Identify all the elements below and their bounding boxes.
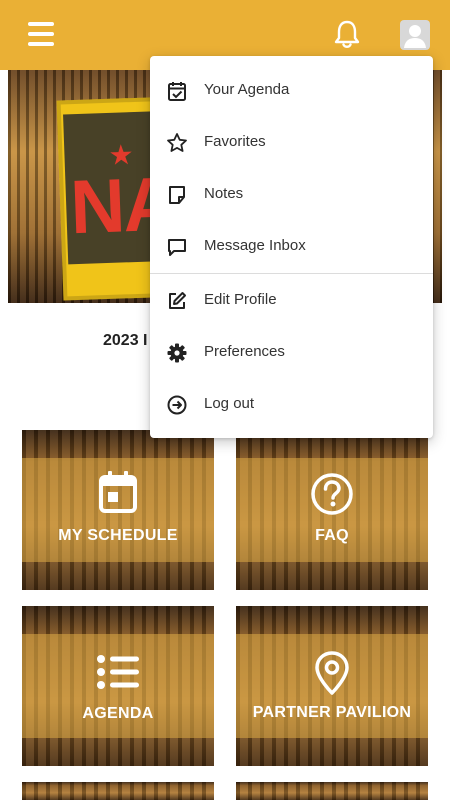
menu-item-edit-profile[interactable]: Edit Profile — [150, 274, 433, 326]
menu-item-label: Log out — [204, 395, 255, 412]
logout-icon — [166, 394, 188, 416]
note-icon — [166, 184, 188, 206]
bell-icon[interactable] — [332, 18, 362, 50]
menu-item-message-inbox[interactable]: Message Inbox — [150, 220, 433, 272]
tile-partner-pavilion[interactable]: PARTNER PAVILION — [236, 606, 428, 766]
gear-icon — [166, 342, 188, 364]
event-title: 2023 I — [103, 332, 148, 349]
menu-item-preferences[interactable]: Preferences — [150, 326, 433, 378]
calendar-icon — [98, 470, 138, 519]
chat-icon — [166, 236, 188, 258]
menu-item-label: Notes — [204, 185, 244, 202]
menu-item-label: Preferences — [204, 343, 285, 360]
tile-label: FAQ — [315, 527, 349, 544]
question-circle-icon — [310, 472, 354, 521]
menu-item-label: Favorites — [204, 133, 266, 150]
tile-my-schedule[interactable]: MY SCHEDULE — [22, 430, 214, 590]
menu-item-log-out[interactable]: Log out — [150, 378, 433, 430]
menu-item-your-agenda[interactable]: Your Agenda — [150, 64, 433, 116]
calendar-check-icon — [166, 80, 188, 102]
tile-label: PARTNER PAVILION — [252, 704, 412, 721]
user-dropdown-menu: Your Agenda Favorites Notes Message Inbo… — [150, 56, 433, 438]
tile-agenda[interactable]: AGENDA — [22, 606, 214, 766]
menu-item-label: Your Agenda — [204, 81, 290, 98]
tile-partial[interactable] — [236, 782, 428, 800]
list-icon — [96, 654, 140, 695]
tile-partial[interactable] — [22, 782, 214, 800]
menu-item-label: Edit Profile — [204, 291, 277, 308]
menu-item-label: Message Inbox — [204, 237, 306, 254]
menu-item-favorites[interactable]: Favorites — [150, 116, 433, 168]
tile-label: AGENDA — [82, 705, 154, 722]
hamburger-menu-icon[interactable] — [28, 22, 54, 46]
tile-faq[interactable]: FAQ — [236, 430, 428, 590]
star-icon — [166, 132, 188, 154]
tile-label: MY SCHEDULE — [58, 527, 178, 544]
user-avatar-icon[interactable] — [400, 20, 430, 50]
edit-icon — [166, 290, 188, 312]
menu-item-notes[interactable]: Notes — [150, 168, 433, 220]
map-pin-icon — [314, 650, 350, 701]
